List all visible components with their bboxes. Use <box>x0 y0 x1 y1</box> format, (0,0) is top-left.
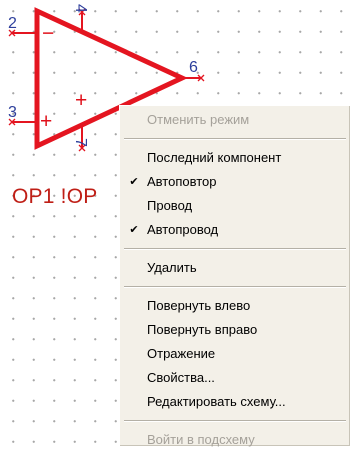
pin-number-6: 6 <box>189 59 198 76</box>
pin-number-7: 7 <box>72 138 89 147</box>
pin-number-3: 3 <box>8 104 17 121</box>
menu-item-rotate-left[interactable]: Повернуть влево <box>120 294 350 318</box>
menu-item-label: Повернуть вправо <box>147 322 258 337</box>
menu-item-wire[interactable]: Провод <box>120 194 350 218</box>
menu-separator <box>124 138 346 140</box>
menu-item-label: Автопровод <box>147 222 219 237</box>
menu-item-label: Отменить режим <box>147 112 250 127</box>
menu-item-label: Последний компонент <box>147 150 282 165</box>
menu-item-label: Отражение <box>147 346 216 361</box>
context-menu: Отменить режим Последний компонент ✔ Авт… <box>119 105 350 447</box>
checkmark-icon: ✔ <box>129 176 139 188</box>
menu-item-label: Повернуть влево <box>147 298 251 313</box>
menu-item-auto-wire[interactable]: ✔ Автопровод <box>120 218 350 242</box>
menu-item-edit-schematic[interactable]: Редактировать схему... <box>120 390 350 414</box>
menu-item-label: Автоповтор <box>147 174 217 189</box>
inverting-input-sign: − <box>42 22 54 45</box>
menu-item-auto-repeat[interactable]: ✔ Автоповтор <box>120 170 350 194</box>
pin-number-4: 4 <box>72 4 89 13</box>
menu-item-delete[interactable]: Удалить <box>120 256 350 280</box>
noninverting-input-sign: + <box>40 110 52 133</box>
menu-item-rotate-right[interactable]: Повернуть вправо <box>120 318 350 342</box>
menu-item-label: Редактировать схему... <box>147 394 286 409</box>
menu-item-last-component[interactable]: Последний компонент <box>120 146 350 170</box>
menu-item-label: Войти в подсхему <box>147 432 255 447</box>
menu-item-mirror[interactable]: Отражение <box>120 342 350 366</box>
pin-number-2: 2 <box>8 15 17 32</box>
menu-separator <box>124 420 346 422</box>
component-reference-label[interactable]: OP1 !OP <box>12 185 97 209</box>
menu-item-label: Провод <box>147 198 193 213</box>
supply-plus-sign: + <box>75 89 87 112</box>
menu-item-cancel-mode: Отменить режим <box>120 108 350 132</box>
menu-separator <box>124 286 346 288</box>
checkmark-icon: ✔ <box>129 224 139 236</box>
menu-separator <box>124 248 346 250</box>
menu-item-label: Удалить <box>147 260 197 275</box>
menu-item-enter-subcircuit: Войти в подсхему <box>120 428 350 452</box>
menu-item-label: Свойства... <box>147 370 215 385</box>
menu-item-properties[interactable]: Свойства... <box>120 366 350 390</box>
